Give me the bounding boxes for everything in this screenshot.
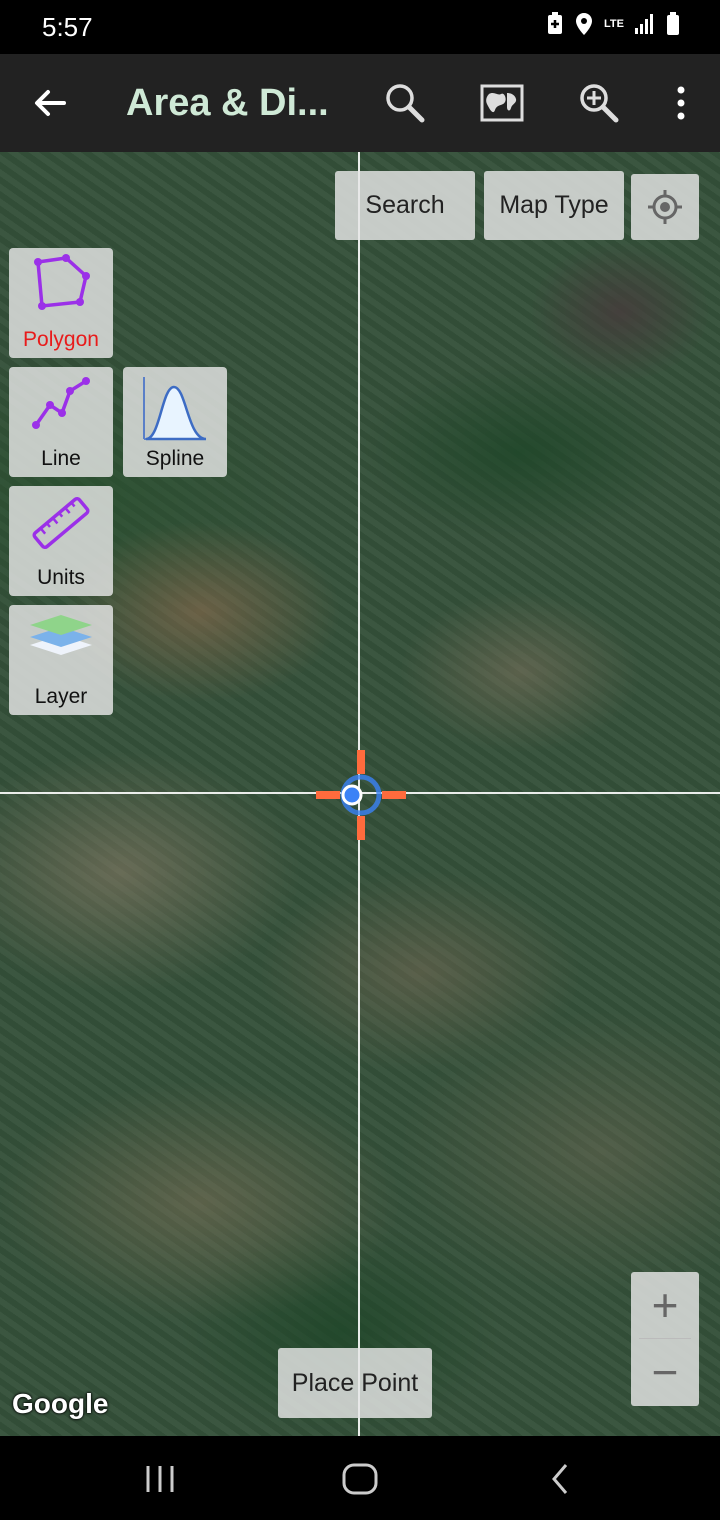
search-icon[interactable] <box>382 80 428 126</box>
map-type-button[interactable]: Map Type <box>484 171 624 240</box>
page-title: Area & Di... <box>126 82 329 124</box>
spline-tool-label: Spline <box>145 447 205 470</box>
google-attribution-logo: Google <box>12 1388 109 1419</box>
back-nav-icon[interactable] <box>546 1462 576 1496</box>
zoom-in-button[interactable]: + <box>631 1272 699 1338</box>
ruler-icon <box>32 496 90 550</box>
status-bar: 5:57 LTE <box>0 0 720 54</box>
lte-label: LTE <box>604 17 624 30</box>
layer-tool-button[interactable]: Layer <box>9 605 113 715</box>
my-location-icon <box>648 190 682 224</box>
zoom-controls: + − <box>631 1272 699 1406</box>
signal-icon <box>635 14 653 34</box>
system-nav-bar <box>0 1436 720 1520</box>
place-point-button[interactable]: Place Point <box>278 1348 432 1418</box>
status-icons: LTE <box>546 12 680 36</box>
zoom-in-icon[interactable] <box>576 80 622 126</box>
map-view[interactable]: Search Map Type Polygon Line Spline Unit… <box>0 152 720 1436</box>
units-tool-button[interactable]: Units <box>9 486 113 596</box>
zoom-out-button[interactable]: − <box>631 1339 699 1405</box>
layers-icon <box>30 615 92 655</box>
battery-icon <box>667 12 679 35</box>
crosshair-target-icon <box>316 750 406 840</box>
home-icon[interactable] <box>340 1462 380 1496</box>
battery-saver-icon <box>548 12 563 34</box>
polygon-icon <box>34 254 90 310</box>
place-point-button-label: Place Point <box>291 1368 419 1397</box>
layer-tool-label: Layer <box>34 685 88 708</box>
search-button[interactable]: Search <box>335 171 475 240</box>
recent-apps-icon[interactable] <box>142 1462 178 1496</box>
map-view-icon[interactable] <box>479 80 525 126</box>
status-time: 5:57 <box>42 12 93 42</box>
app-bar: Area & Di... <box>0 54 720 152</box>
polygon-tool-label: Polygon <box>23 328 99 351</box>
line-tool-label: Line <box>41 447 81 470</box>
spline-icon <box>143 377 207 441</box>
my-location-button[interactable] <box>631 174 699 240</box>
line-icon <box>32 377 90 429</box>
search-button-label: Search <box>365 191 445 219</box>
units-tool-label: Units <box>37 566 85 589</box>
back-arrow-icon[interactable] <box>28 80 74 126</box>
polygon-tool-button[interactable]: Polygon <box>9 248 113 358</box>
more-vertical-icon[interactable] <box>660 80 706 126</box>
spline-tool-button[interactable]: Spline <box>123 367 227 477</box>
map-type-button-label: Map Type <box>499 191 609 219</box>
line-tool-button[interactable]: Line <box>9 367 113 477</box>
location-icon <box>576 13 593 35</box>
